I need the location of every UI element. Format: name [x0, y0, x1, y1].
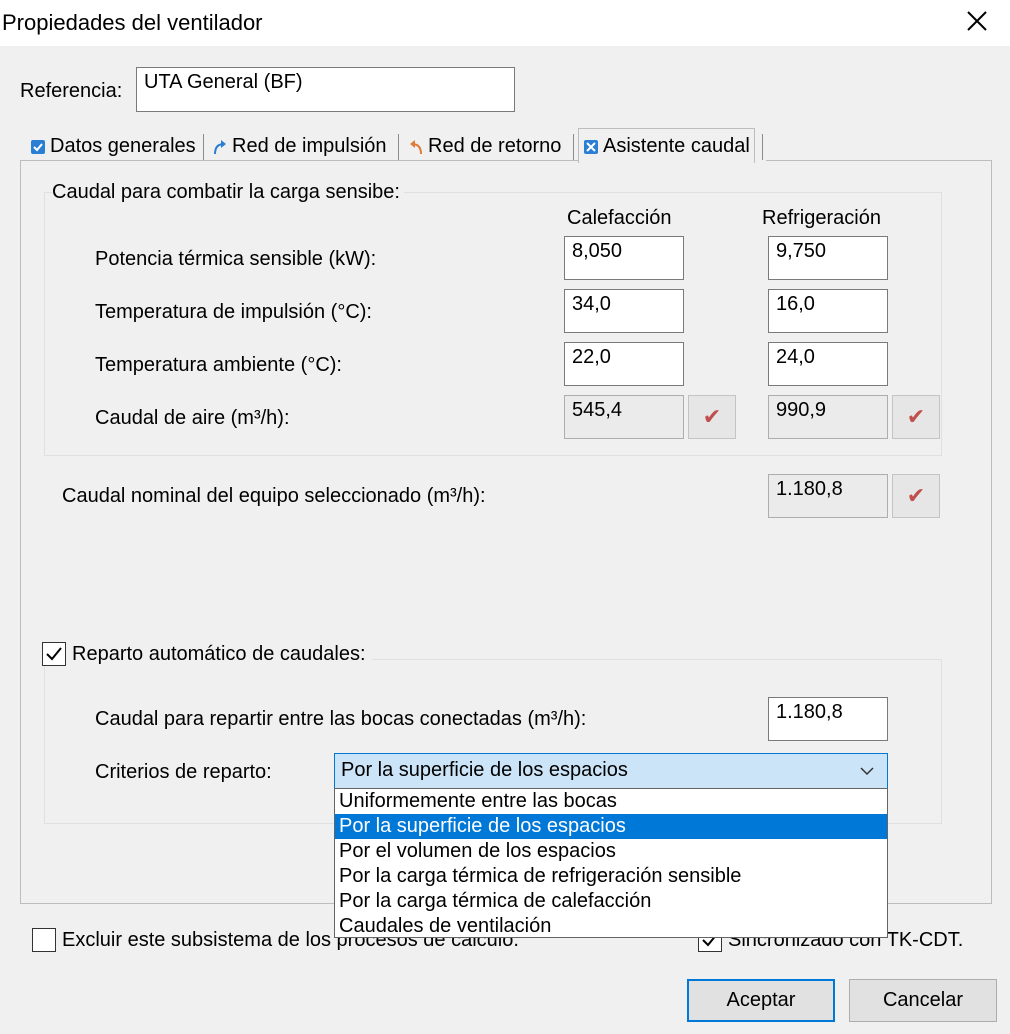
tab-red-retorno[interactable]: Red de retorno	[408, 132, 561, 160]
reparto-checkbox-row[interactable]: Reparto automático de caudales:	[42, 642, 372, 666]
tab-asistente-caudal[interactable]: Asistente caudal	[578, 128, 755, 163]
apply-cooling-caudal-button[interactable]: ✔	[892, 395, 940, 439]
temp-impulsion-heating-input[interactable]: 34,0	[564, 289, 684, 333]
tab-datos-generales[interactable]: Datos generales	[30, 132, 196, 160]
tab-separator	[203, 134, 204, 160]
dropdown-option[interactable]: Por el volumen de los espacios	[335, 839, 887, 864]
arrow-curved-blue-icon	[212, 138, 228, 155]
close-button[interactable]	[960, 4, 994, 38]
checkbox-blue-icon	[30, 138, 46, 154]
sensible-group-title: Caudal para combatir la carga sensibe:	[52, 181, 404, 204]
criterios-label: Criterios de reparto:	[95, 761, 272, 783]
exclude-checkbox[interactable]	[32, 928, 56, 952]
chevron-down-icon	[860, 767, 874, 776]
temp-ambiente-label: Temperatura ambiente (°C):	[95, 354, 342, 376]
temp-ambiente-cooling-input[interactable]: 24,0	[768, 342, 888, 386]
caudal-aire-heating-value: 545,4	[564, 395, 684, 439]
tab-separator	[398, 134, 399, 160]
dropdown-option[interactable]: Caudales de ventilación	[335, 914, 887, 939]
caudal-repartir-label: Caudal para repartir entre las bocas con…	[95, 708, 587, 730]
arrow-return-orange-icon	[408, 138, 424, 155]
accept-button[interactable]: Aceptar	[687, 979, 835, 1022]
tab-separator	[573, 134, 574, 160]
reparto-checkbox-label: Reparto automático de caudales:	[72, 642, 366, 665]
potencia-heating-input[interactable]: 8,050	[564, 236, 684, 280]
nominal-value: 1.180,8	[768, 474, 888, 518]
window-title: Propiedades del ventilador	[2, 10, 263, 35]
apply-heating-caudal-button[interactable]: ✔	[688, 395, 736, 439]
dropdown-option[interactable]: Uniformemente entre las bocas	[335, 789, 887, 814]
tab-separator	[762, 134, 763, 160]
dropdown-option[interactable]: Por la carga térmica de refrigeración se…	[335, 864, 887, 889]
criterios-dropdown-list: Uniformemente entre las bocas Por la sup…	[334, 788, 888, 938]
close-icon	[967, 11, 987, 31]
dropdown-option-selected[interactable]: Por la superficie de los espacios	[335, 814, 887, 839]
dropdown-option[interactable]: Por la carga térmica de calefacción	[335, 889, 887, 914]
tab-label: Red de impulsión	[232, 134, 387, 157]
tab-label: Red de retorno	[428, 134, 562, 157]
criterios-select[interactable]: Por la superficie de los espacios	[334, 753, 888, 789]
heating-column-header: Calefacción	[567, 207, 672, 229]
criterios-selected-value: Por la superficie de los espacios	[341, 759, 628, 781]
checkmark-icon: ✔	[906, 404, 926, 429]
reference-input[interactable]: UTA General (BF)	[136, 67, 515, 112]
potencia-cooling-input[interactable]: 9,750	[768, 236, 888, 280]
check-icon	[46, 647, 62, 661]
reparto-checkbox[interactable]	[42, 642, 66, 666]
temp-impulsion-cooling-input[interactable]: 16,0	[768, 289, 888, 333]
cooling-column-header: Refrigeración	[762, 207, 881, 229]
wizard-icon	[583, 138, 599, 154]
potencia-label: Potencia térmica sensible (kW):	[95, 248, 377, 270]
tab-label: Datos generales	[50, 134, 196, 157]
caudal-aire-label: Caudal de aire (m³/h):	[95, 407, 290, 429]
cancel-button[interactable]: Cancelar	[849, 979, 997, 1022]
temp-ambiente-heating-input[interactable]: 22,0	[564, 342, 684, 386]
tab-red-impulsion[interactable]: Red de impulsión	[212, 132, 387, 160]
reference-label: Referencia:	[20, 80, 123, 102]
caudal-aire-cooling-value: 990,9	[768, 395, 888, 439]
checkmark-icon: ✔	[702, 404, 722, 429]
caudal-repartir-input[interactable]: 1.180,8	[768, 697, 888, 741]
apply-nominal-caudal-button[interactable]: ✔	[892, 474, 940, 518]
tab-label: Asistente caudal	[603, 134, 750, 157]
nominal-label: Caudal nominal del equipo seleccionado (…	[62, 485, 486, 507]
temp-impulsion-label: Temperatura de impulsión (°C):	[95, 301, 372, 323]
checkmark-icon: ✔	[906, 483, 926, 508]
